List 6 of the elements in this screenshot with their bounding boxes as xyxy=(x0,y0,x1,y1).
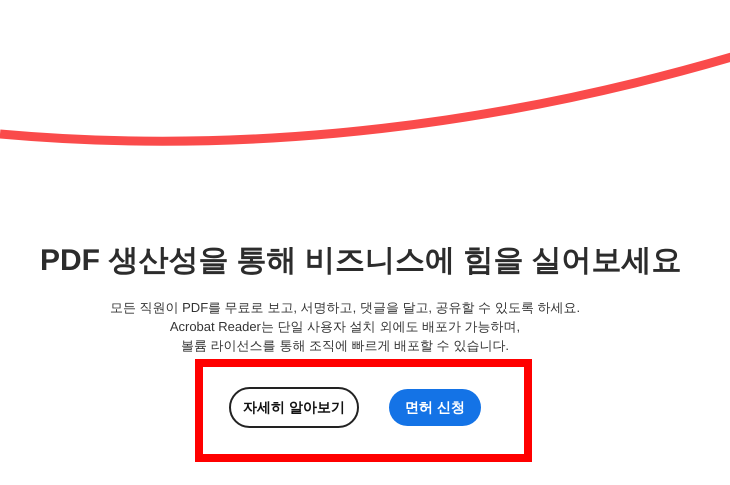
learn-more-button[interactable]: 자세히 알아보기 xyxy=(229,386,359,428)
apply-button[interactable]: 면허 신청 xyxy=(388,388,481,426)
description-text: Acrobat Reader는 단일 사용자 설치 외에도 배포가 가능하며, xyxy=(170,318,520,336)
description-text: 모든 직원이 PDF를 무료로 보고, 서명하고, 댓글을 달고, 공유할 수 있도록 하세요. xyxy=(110,298,580,316)
heading: PDF 생산성을 통해 비즈니스에 힘을 실어보세요 xyxy=(40,243,683,279)
description-text: 볼륨 라이선스를 통해 조직에 빠르게 배포할 수 있습니다. xyxy=(181,336,509,354)
